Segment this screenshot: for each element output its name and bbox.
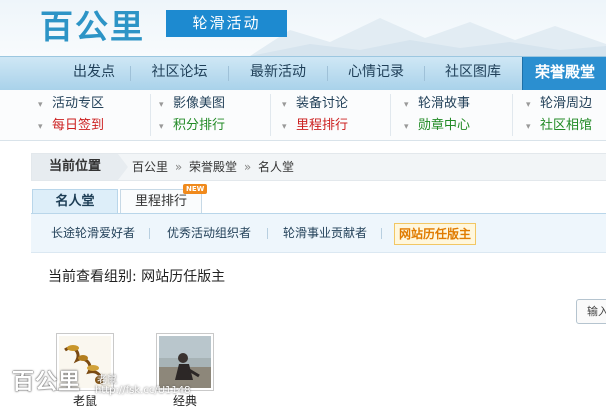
breadcrumb-arrow-icon (118, 154, 128, 180)
subnav-column: ▾ 活动专区 ▾ 每日签到 (38, 93, 104, 137)
subnav-divider (150, 94, 151, 136)
subnav-link-gear[interactable]: ▾ 装备讨论 (282, 93, 348, 115)
group-long-distance[interactable]: 长途轮滑爱好者 (51, 214, 135, 252)
group-moderators[interactable]: 网站历任版主 (394, 223, 477, 245)
breadcrumb-trail: 百公里 » 荣誉殿堂 » 名人堂 (132, 154, 294, 180)
tab-hall-of-fame[interactable]: 名人堂 (32, 189, 118, 215)
subnav-column: ▾ 影像美图 ▾ 积分排行 (159, 93, 225, 137)
nav-item-gallery[interactable]: 社区图库 (425, 57, 521, 90)
subnav-link-medals[interactable]: ▾ 勋章中心 (404, 115, 470, 137)
input-button[interactable]: 输入 (576, 299, 606, 324)
subnav-link-daily-checkin[interactable]: ▾ 每日签到 (38, 115, 104, 137)
group-divider (381, 228, 382, 239)
subnav-link-label: 每日签到 (52, 118, 105, 133)
main-nav: 出发点 社区论坛 最新活动 心情记录 社区图库 荣誉殿堂 (0, 56, 606, 91)
group-divider (267, 228, 268, 239)
subnav-link-merch[interactable]: ▾ 轮滑周边 (526, 93, 592, 115)
bullet-arrow-icon: ▾ (404, 122, 409, 132)
subnav-link-stories[interactable]: ▾ 轮滑故事 (404, 93, 470, 115)
mountain-decoration (250, 18, 606, 56)
subnav-link-photos[interactable]: ▾ 影像美图 (159, 93, 225, 115)
site-header: 百公里 轮滑活动 (0, 0, 606, 56)
site-logo[interactable]: 百公里 (40, 0, 145, 48)
bullet-arrow-icon: ▾ (526, 100, 531, 110)
group-divider (149, 228, 150, 239)
subnav-column: ▾ 装备讨论 ▾ 里程排行 (282, 93, 348, 137)
nav-item-honor-hall[interactable]: 荣誉殿堂 (522, 57, 606, 90)
subnav-divider (512, 94, 513, 136)
subnav-link-label: 轮滑故事 (418, 96, 471, 111)
bullet-arrow-icon: ▾ (38, 122, 43, 132)
breadcrumb-separator: » (174, 160, 183, 174)
subnav-column: ▾ 轮滑故事 ▾ 勋章中心 (404, 93, 470, 137)
breadcrumb-separator: » (243, 160, 252, 174)
group-filter-bar: 长途轮滑爱好者 优秀活动组织者 轮滑事业贡献者 网站历任版主 (31, 214, 606, 253)
bullet-arrow-icon: ▾ (282, 100, 287, 110)
subnav-link-photo-studio[interactable]: ▾ 社区相馆 (526, 115, 592, 137)
subnav-link-label: 装备讨论 (296, 96, 349, 111)
bullet-arrow-icon: ▾ (159, 122, 164, 132)
watermark-url: http://fsk.cc/U1148 (95, 385, 191, 396)
avatar-image (159, 336, 211, 388)
sub-nav: ▾ 活动专区 ▾ 每日签到 ▾ 影像美图 ▾ 积分排行 ▾ 装备讨论 ▾ 里程排行 ▾ 轮滑故… (0, 90, 606, 141)
nav-item-forum[interactable]: 社区论坛 (131, 57, 228, 90)
breadcrumb-link-honor-hall[interactable]: 荣誉殿堂 (189, 160, 237, 174)
subnav-link-label: 里程排行 (296, 118, 349, 133)
subnav-column: ▾ 轮滑周边 ▾ 社区相馆 (526, 93, 592, 137)
subnav-link-label: 积分排行 (173, 118, 226, 133)
bullet-arrow-icon: ▾ (159, 100, 164, 110)
subnav-link-label: 影像美图 (173, 96, 226, 111)
current-group-text: 当前查看组别: 网站历任版主 (48, 269, 226, 285)
nav-item-mood[interactable]: 心情记录 (328, 57, 424, 90)
subnav-link-points-rank[interactable]: ▾ 积分排行 (159, 115, 225, 137)
subnav-link-mileage-rank[interactable]: ▾ 里程排行 (282, 115, 348, 137)
group-contributors[interactable]: 轮滑事业贡献者 (283, 214, 367, 252)
subnav-link-label: 轮滑周边 (540, 96, 593, 111)
avatar[interactable] (156, 333, 214, 391)
bullet-arrow-icon: ▾ (526, 122, 531, 132)
group-organizers[interactable]: 优秀活动组织者 (167, 214, 251, 252)
subnav-link-label: 活动专区 (52, 96, 105, 111)
breadcrumb-label: 当前位置 (32, 154, 118, 180)
section-tag[interactable]: 轮滑活动 (166, 10, 287, 37)
bullet-arrow-icon: ▾ (282, 122, 287, 132)
watermark-user: 老鼠 (97, 375, 117, 386)
bullet-arrow-icon: ▾ (404, 100, 409, 110)
watermark-site: 百公里 (12, 370, 82, 395)
subnav-link-label: 社区相馆 (540, 118, 593, 133)
subnav-divider (390, 94, 391, 136)
subnav-divider (270, 94, 271, 136)
breadcrumb-link-home[interactable]: 百公里 (132, 160, 168, 174)
subnav-link-activity-zone[interactable]: ▾ 活动专区 (38, 93, 104, 115)
member-card[interactable]: 经典 (156, 333, 214, 409)
new-badge: NEW (183, 184, 208, 194)
bullet-arrow-icon: ▾ (38, 100, 43, 110)
breadcrumb: 当前位置 百公里 » 荣誉殿堂 » 名人堂 (31, 153, 606, 181)
breadcrumb-current: 名人堂 (258, 160, 295, 174)
nav-item-activities[interactable]: 最新活动 (229, 57, 327, 90)
subnav-link-label: 勋章中心 (418, 118, 471, 133)
